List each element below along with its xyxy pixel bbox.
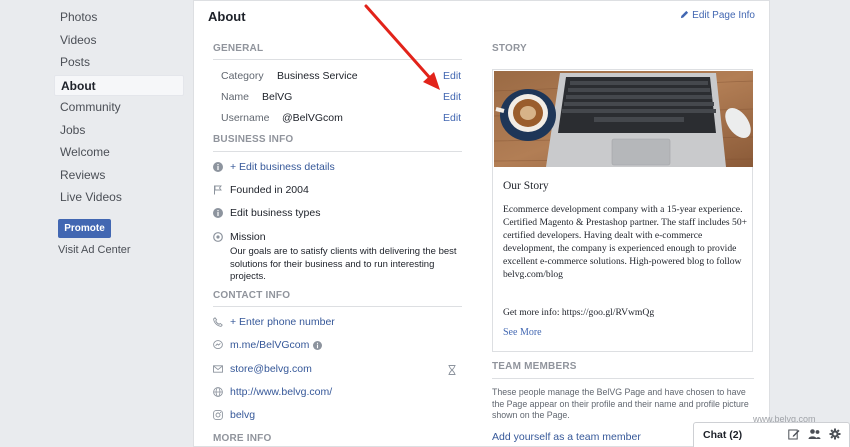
left-navigation: Photos Videos Posts About Community Jobs… xyxy=(0,0,192,447)
team-members-description: These people manage the BelVG Page and h… xyxy=(492,387,749,420)
promote-button[interactable]: Promote xyxy=(58,219,111,238)
info-small-icon xyxy=(313,340,323,350)
group-icon[interactable] xyxy=(808,428,821,440)
name-value: BelVG xyxy=(262,91,293,103)
category-value: Business Service xyxy=(277,70,358,82)
edit-business-details-link[interactable]: + Edit business details xyxy=(230,161,335,173)
laptop-coffee-photo xyxy=(494,71,753,167)
instagram-link[interactable]: belvg xyxy=(230,409,255,421)
story-see-more-link[interactable]: See More xyxy=(503,327,542,338)
add-team-member-link[interactable]: Add yourself as a team member xyxy=(492,431,641,443)
website-row[interactable]: http://www.belvg.com/ xyxy=(213,386,332,398)
general-divider xyxy=(213,59,462,60)
website-link[interactable]: http://www.belvg.com/ xyxy=(230,386,332,398)
nav-item-reviews[interactable]: Reviews xyxy=(54,165,184,186)
target-icon xyxy=(213,232,223,242)
name-key: Name xyxy=(221,91,250,103)
visit-ad-center-link[interactable]: Visit Ad Center xyxy=(58,244,131,256)
compose-icon[interactable] xyxy=(788,428,800,440)
settings-gear-icon[interactable] xyxy=(829,428,841,440)
username-key: Username xyxy=(221,112,270,124)
page-title: About xyxy=(208,9,246,24)
team-members-divider xyxy=(492,378,754,379)
phone-icon xyxy=(213,317,223,327)
flag-icon xyxy=(214,185,222,195)
enter-phone-link[interactable]: + Enter phone number xyxy=(230,316,335,328)
messenger-row[interactable]: m.me/BelVGcom xyxy=(213,339,323,351)
chat-label: Chat (2) xyxy=(703,429,743,441)
edit-business-details-row[interactable]: + Edit business details xyxy=(213,161,335,173)
email-link[interactable]: store@belvg.com xyxy=(230,363,312,375)
more-info-section-label: MORE INFO xyxy=(213,433,272,444)
edit-page-info-link[interactable]: Edit Page Info xyxy=(680,10,755,21)
story-title: Our Story xyxy=(503,180,549,192)
edit-page-info-label: Edit Page Info xyxy=(692,10,755,21)
about-panel: About Edit Page Info GENERAL Category Bu… xyxy=(193,0,770,447)
mission-text: Our goals are to satisfy clients with de… xyxy=(230,246,457,282)
edit-business-types-link[interactable]: Edit business types xyxy=(230,207,320,219)
story-more-info: Get more info: https://goo.gl/RVwmQg xyxy=(503,307,655,318)
nav-item-photos[interactable]: Photos xyxy=(54,7,184,28)
team-members-section-label: TEAM MEMBERS xyxy=(492,361,577,372)
business-info-section-label: BUSINESS INFO xyxy=(213,134,294,145)
instagram-row[interactable]: belvg xyxy=(213,409,255,421)
messenger-icon xyxy=(213,340,223,350)
username-value: @BelVGcom xyxy=(282,112,343,124)
chat-bar[interactable]: Chat (2) xyxy=(693,422,850,447)
chat-icons xyxy=(788,428,841,440)
messenger-link[interactable]: m.me/BelVGcom xyxy=(230,339,309,351)
envelope-icon xyxy=(213,365,223,373)
nav-item-welcome[interactable]: Welcome xyxy=(54,142,184,163)
general-section-label: GENERAL xyxy=(213,43,264,54)
mission-label: Mission xyxy=(230,231,266,243)
story-section-label: STORY xyxy=(492,43,527,54)
founded-row: Founded in 2004 xyxy=(213,184,309,196)
edit-username-link[interactable]: Edit xyxy=(443,112,461,124)
business-types-row[interactable]: Edit business types xyxy=(213,207,320,219)
info-icon xyxy=(213,162,223,172)
story-card[interactable]: Our Story Ecommerce development company … xyxy=(492,69,753,352)
contact-info-section-label: CONTACT INFO xyxy=(213,290,291,301)
instagram-icon xyxy=(213,410,223,420)
founded-text: Founded in 2004 xyxy=(230,184,309,196)
globe-icon xyxy=(213,387,223,397)
business-info-divider xyxy=(213,151,462,152)
edit-category-link[interactable]: Edit xyxy=(443,70,461,82)
email-row[interactable]: store@belvg.com xyxy=(213,363,312,375)
nav-item-community[interactable]: Community xyxy=(54,97,184,118)
category-key: Category xyxy=(221,70,264,82)
story-body: Ecommerce development company with a 15-… xyxy=(503,204,748,280)
mission-row: Mission xyxy=(213,231,266,243)
nav-item-posts[interactable]: Posts xyxy=(54,52,184,73)
nav-item-videos[interactable]: Videos xyxy=(54,30,184,51)
story-cover-image xyxy=(494,71,753,167)
edit-name-link[interactable]: Edit xyxy=(443,91,461,103)
nav-item-jobs[interactable]: Jobs xyxy=(54,120,184,141)
nav-item-about[interactable]: About xyxy=(54,75,184,96)
phone-row[interactable]: + Enter phone number xyxy=(213,316,335,328)
hourglass-icon xyxy=(448,365,456,375)
nav-item-live-videos[interactable]: Live Videos xyxy=(54,187,184,208)
info-icon xyxy=(213,208,223,218)
pencil-icon xyxy=(681,10,689,19)
contact-info-divider xyxy=(213,306,462,307)
